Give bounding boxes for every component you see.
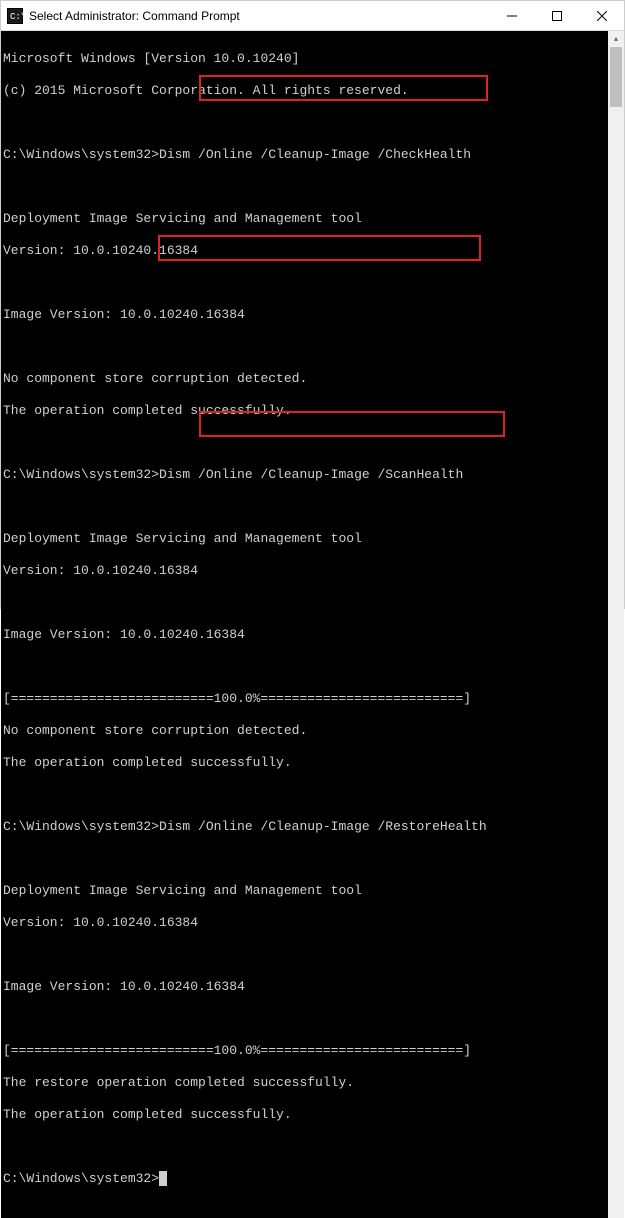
output-line: [==========================100.0%=======…	[3, 1043, 606, 1059]
output-line	[3, 275, 606, 291]
output-line: [==========================100.0%=======…	[3, 691, 606, 707]
vertical-scrollbar[interactable]: ▴ ▾	[608, 31, 624, 1218]
output-line: Microsoft Windows [Version 10.0.10240]	[3, 51, 606, 67]
output-line: Version: 10.0.10240.16384	[3, 563, 606, 579]
output-line	[3, 659, 606, 675]
minimize-button[interactable]	[489, 1, 534, 31]
output-line: The operation completed successfully.	[3, 403, 606, 419]
output-line: The operation completed successfully.	[3, 755, 606, 771]
cursor	[159, 1171, 167, 1186]
output-line	[3, 851, 606, 867]
terminal-output[interactable]: Microsoft Windows [Version 10.0.10240] (…	[1, 31, 608, 1218]
close-button[interactable]	[579, 1, 624, 31]
output-line	[3, 179, 606, 195]
output-line: Version: 10.0.10240.16384	[3, 243, 606, 259]
output-line: Deployment Image Servicing and Managemen…	[3, 531, 606, 547]
output-line: No component store corruption detected.	[3, 723, 606, 739]
maximize-button[interactable]	[534, 1, 579, 31]
prompt-line: C:\Windows\system32>	[3, 1171, 606, 1187]
command-prompt-window: C:\ Select Administrator: Command Prompt…	[0, 0, 625, 609]
output-line: Image Version: 10.0.10240.16384	[3, 979, 606, 995]
output-line	[3, 1011, 606, 1027]
output-line: Image Version: 10.0.10240.16384	[3, 627, 606, 643]
output-line	[3, 499, 606, 515]
output-line: The restore operation completed successf…	[3, 1075, 606, 1091]
output-line	[3, 115, 606, 131]
titlebar[interactable]: C:\ Select Administrator: Command Prompt	[1, 1, 624, 31]
scrollbar-thumb[interactable]	[610, 47, 622, 107]
scroll-up-arrow-icon[interactable]: ▴	[608, 31, 624, 47]
output-line: C:\Windows\system32>Dism /Online /Cleanu…	[3, 819, 606, 835]
output-line: Version: 10.0.10240.16384	[3, 915, 606, 931]
output-line	[3, 435, 606, 451]
output-line: Deployment Image Servicing and Managemen…	[3, 211, 606, 227]
scrollbar-track[interactable]	[608, 47, 624, 1218]
output-line	[3, 339, 606, 355]
terminal-wrapper: Microsoft Windows [Version 10.0.10240] (…	[1, 31, 624, 1218]
output-line: (c) 2015 Microsoft Corporation. All righ…	[3, 83, 606, 99]
output-line: C:\Windows\system32>Dism /Online /Cleanu…	[3, 147, 606, 163]
output-line: Deployment Image Servicing and Managemen…	[3, 883, 606, 899]
output-line: C:\Windows\system32>Dism /Online /Cleanu…	[3, 467, 606, 483]
output-line: Image Version: 10.0.10240.16384	[3, 307, 606, 323]
output-line: No component store corruption detected.	[3, 371, 606, 387]
svg-text:C:\: C:\	[10, 12, 23, 22]
cmd-icon: C:\	[7, 8, 23, 24]
output-line	[3, 787, 606, 803]
output-line	[3, 947, 606, 963]
output-line	[3, 1139, 606, 1155]
window-title: Select Administrator: Command Prompt	[29, 9, 489, 23]
output-line: The operation completed successfully.	[3, 1107, 606, 1123]
window-controls	[489, 1, 624, 31]
